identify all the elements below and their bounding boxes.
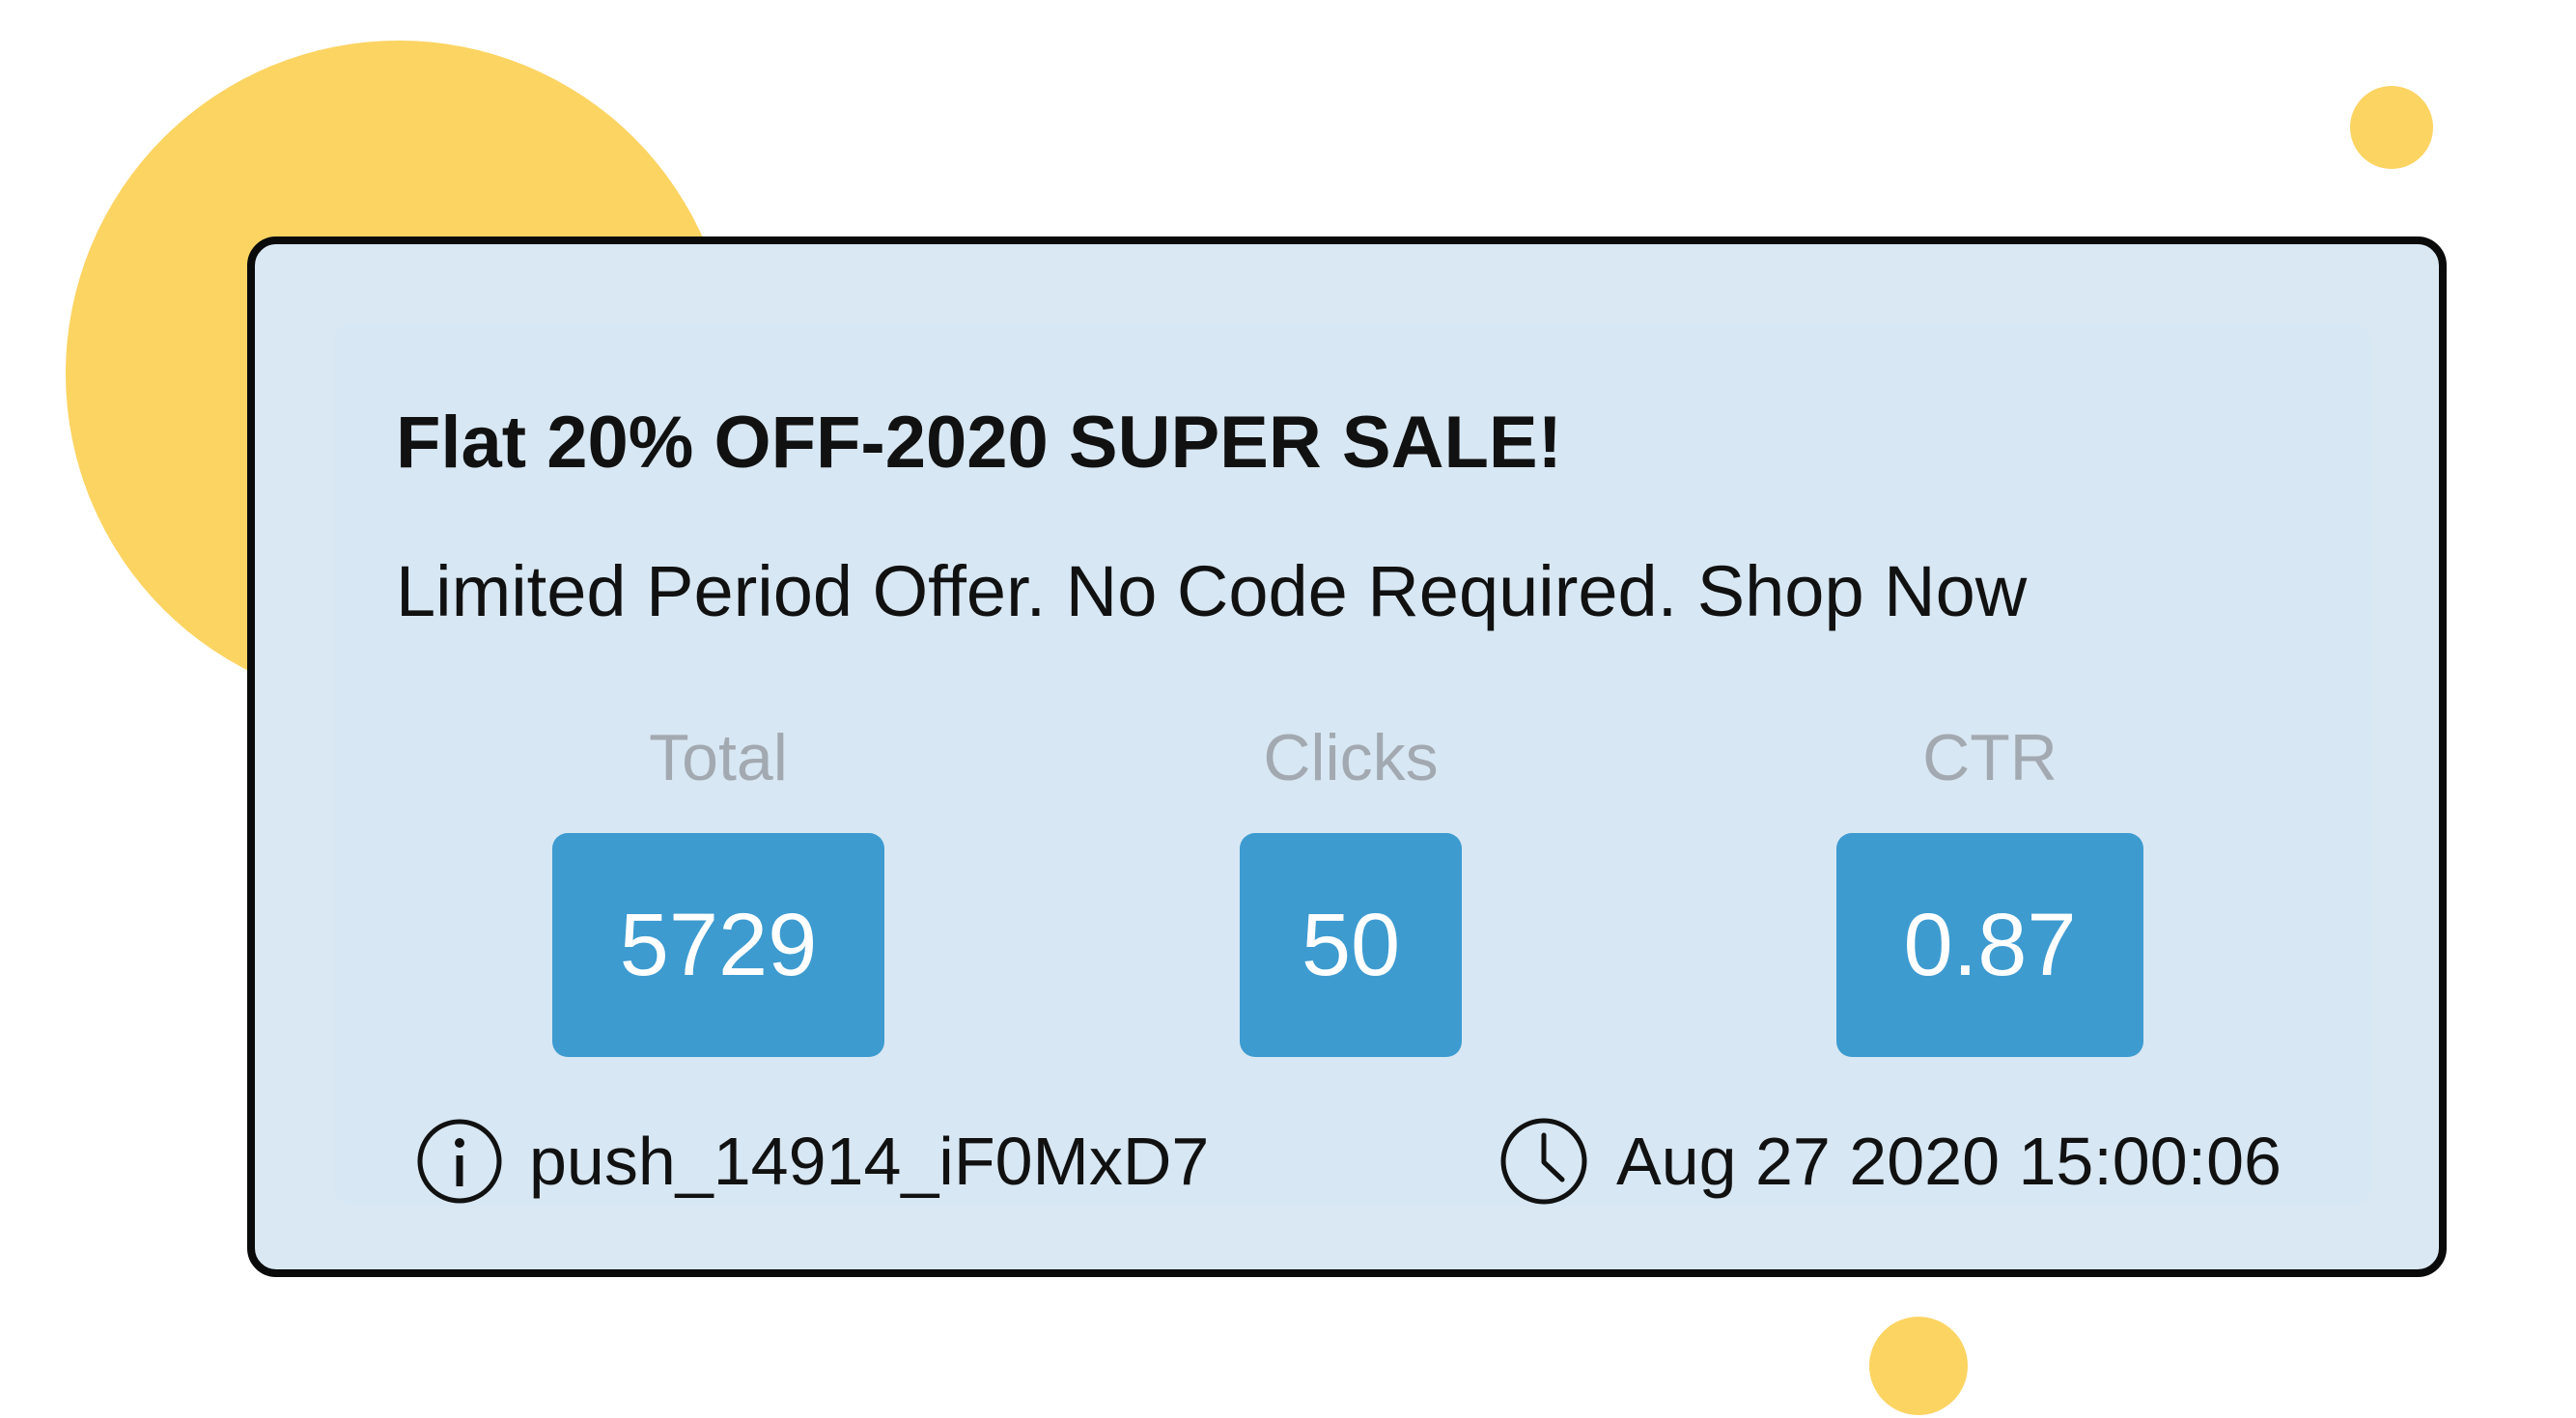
- campaign-id-text: push_14914_iF0MxD7: [529, 1124, 1210, 1199]
- decorative-circle-small: [1869, 1317, 1968, 1415]
- notification-card[interactable]: Flat 20% OFF-2020 SUPER SALE! Limited Pe…: [247, 236, 2447, 1277]
- stat-clicks-label: Clicks: [1263, 721, 1439, 794]
- stat-clicks: Clicks 50: [1240, 719, 1462, 1057]
- campaign-id: push_14914_iF0MxD7: [415, 1115, 1209, 1208]
- notification-title: Flat 20% OFF-2020 SUPER SALE!: [396, 402, 1562, 484]
- decorative-circle-small: [2350, 86, 2433, 169]
- stat-total-value: 5729: [552, 833, 884, 1057]
- stat-clicks-value: 50: [1240, 833, 1462, 1057]
- info-icon: [415, 1117, 504, 1206]
- stat-ctr-value: 0.87: [1836, 833, 2143, 1057]
- stat-ctr: CTR 0.87: [1836, 719, 2143, 1057]
- notification-message: Limited Period Offer. No Code Required. …: [396, 551, 2028, 631]
- stat-total: Total 5729: [552, 719, 884, 1057]
- timestamp-text: Aug 27 2020 15:00:06: [1616, 1124, 2282, 1199]
- sent-timestamp: Aug 27 2020 15:00:06: [1498, 1115, 2282, 1208]
- clock-icon: [1498, 1116, 1589, 1207]
- stat-ctr-label: CTR: [1922, 721, 2058, 794]
- stat-total-label: Total: [649, 721, 788, 794]
